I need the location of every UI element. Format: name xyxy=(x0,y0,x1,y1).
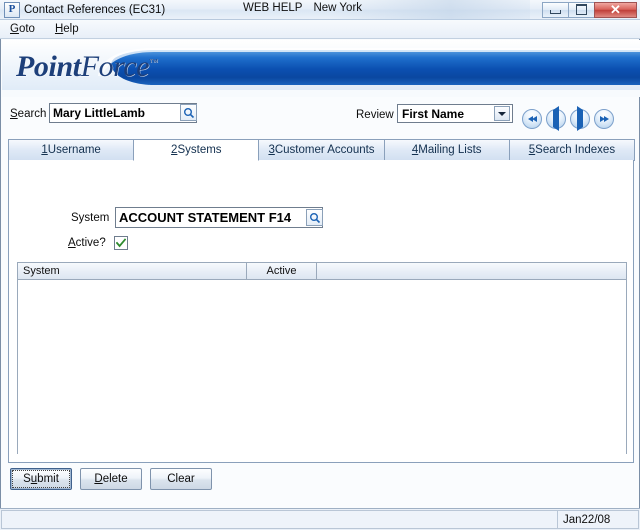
submit-pre: S xyxy=(23,473,31,485)
title-bar: P Contact References (EC31) WEB HELP New… xyxy=(0,0,640,20)
magnifier-icon xyxy=(309,212,320,223)
active-label-rest: ctive? xyxy=(75,237,106,249)
right-arrow-icon xyxy=(577,106,583,131)
last-record-button[interactable] xyxy=(594,109,614,129)
logo-point: Point xyxy=(16,50,81,83)
magnifier-icon xyxy=(183,107,194,118)
tab-mailing-lists-label: Mailing Lists xyxy=(418,144,482,156)
double-left-arrow-icon xyxy=(527,116,537,122)
status-message xyxy=(1,510,557,529)
menu-goto-mnemonic: G xyxy=(10,23,19,35)
chevron-down-icon xyxy=(498,111,506,116)
status-date: Jan22/08 xyxy=(557,510,639,529)
tab-username-label: Username xyxy=(47,144,101,156)
active-checkbox[interactable] xyxy=(114,236,128,250)
review-select[interactable]: First Name xyxy=(397,104,513,123)
tab-customer-accounts[interactable]: 3 Customer Accounts xyxy=(258,139,385,161)
grid-column-active[interactable]: Active xyxy=(247,263,317,279)
web-help-link[interactable]: WEB HELP xyxy=(243,2,302,14)
double-right-arrow-icon xyxy=(599,116,609,122)
tab-customer-accounts-label: Customer Accounts xyxy=(274,144,375,156)
tab-systems-label: Systems xyxy=(177,144,222,156)
minimize-button[interactable] xyxy=(542,1,569,18)
review-label: Review xyxy=(356,109,394,121)
previous-record-button[interactable] xyxy=(546,106,566,131)
tab-mailing-lists[interactable]: 4 Mailing Lists xyxy=(383,139,510,161)
search-lookup-button[interactable] xyxy=(180,104,197,121)
maximize-button[interactable] xyxy=(568,1,595,18)
menu-item-help[interactable]: Help xyxy=(53,22,87,36)
system-input[interactable]: ACCOUNT STATEMENT F14 xyxy=(115,207,323,228)
search-label-rest: earch xyxy=(17,108,47,120)
menu-item-goto[interactable]: Goto xyxy=(8,22,43,36)
minimize-icon xyxy=(543,3,568,17)
search-label: Search xyxy=(10,108,46,120)
search-toolbar: Search Mary LittleLamb Review First Name xyxy=(1,101,639,133)
title-bar-links: WEB HELP New York xyxy=(243,2,362,14)
grid-header-row: System Active xyxy=(18,263,626,280)
menu-help-rest: elp xyxy=(63,23,79,35)
logo-force: Force xyxy=(80,50,150,83)
active-label: Active? xyxy=(68,237,106,249)
search-input[interactable]: Mary LittleLamb xyxy=(49,103,197,123)
location-label: New York xyxy=(313,2,363,14)
action-buttons: Su bmit Delete Clear xyxy=(10,468,220,490)
tab-strip: 1 Username 2 Systems 3 Customer Accounts… xyxy=(8,139,636,161)
menu-bar: Goto Help xyxy=(0,20,640,39)
submit-post: bmit xyxy=(37,473,59,485)
search-label-mnemonic: S xyxy=(10,108,18,120)
systems-grid[interactable]: System Active xyxy=(17,262,627,454)
window-controls: ✕ xyxy=(542,1,637,18)
clear-button[interactable]: Clear xyxy=(150,468,212,490)
review-dropdown-button[interactable] xyxy=(494,106,510,121)
tab-systems[interactable]: 2 Systems xyxy=(133,139,260,161)
close-button[interactable]: ✕ xyxy=(594,1,637,18)
app-icon: P xyxy=(4,1,20,18)
brand-banner: PointForce™ xyxy=(2,40,640,97)
pointforce-logo: PointForce™ xyxy=(16,50,158,84)
review-selected-value: First Name xyxy=(402,106,465,121)
tab-search-indexes-label: Search Indexes xyxy=(535,144,616,156)
grid-column-spacer xyxy=(317,263,626,279)
close-icon: ✕ xyxy=(610,1,621,17)
tab-username[interactable]: 1 Username xyxy=(8,139,135,161)
logo-tm: ™ xyxy=(149,57,158,67)
first-record-button[interactable] xyxy=(522,109,542,129)
status-bar: Jan22/08 xyxy=(0,508,640,530)
maximize-icon xyxy=(569,3,594,17)
systems-tab-panel: System ACCOUNT STATEMENT F14 Active? Sys… xyxy=(8,160,634,463)
tab-search-indexes[interactable]: 5 Search Indexes xyxy=(508,139,636,161)
clear-label: Clear xyxy=(167,473,195,485)
client-area: PointForce™ Search Mary LittleLamb Revie… xyxy=(0,39,640,530)
checkmark-icon xyxy=(116,238,126,248)
system-lookup-button[interactable] xyxy=(306,209,323,226)
grid-body[interactable] xyxy=(18,280,626,454)
left-arrow-icon xyxy=(553,106,559,131)
system-label: System xyxy=(71,212,110,224)
active-label-mnemonic: A xyxy=(68,237,76,249)
menu-goto-rest: oto xyxy=(18,23,35,35)
next-record-button[interactable] xyxy=(570,106,590,131)
application-window: P Contact References (EC31) WEB HELP New… xyxy=(0,0,640,530)
delete-post: elete xyxy=(102,473,128,485)
delete-button[interactable]: Delete xyxy=(80,468,142,490)
submit-button[interactable]: Su bmit xyxy=(10,468,72,490)
grid-column-system[interactable]: System xyxy=(18,263,247,279)
delete-mnemonic: D xyxy=(94,473,103,485)
window-title: Contact References (EC31) xyxy=(24,3,166,16)
